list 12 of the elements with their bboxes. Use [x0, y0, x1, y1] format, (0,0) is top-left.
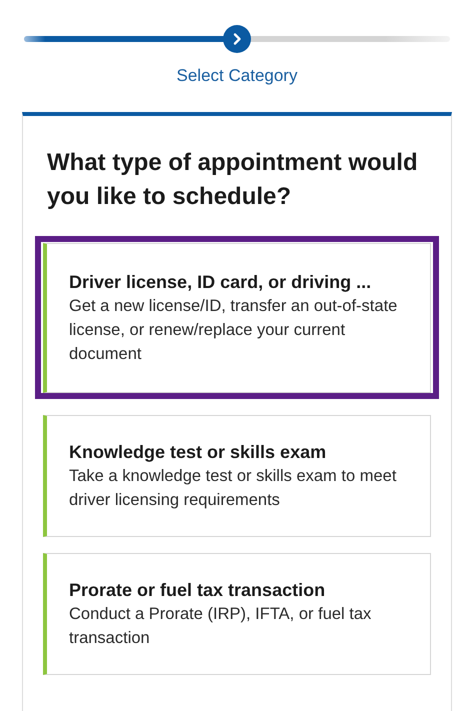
option-description: Take a knowledge test or skills exam to meet driver licensing requirements: [69, 466, 398, 511]
option-title: Driver license, ID card, or driving ...: [69, 271, 372, 294]
chevron-icon: [223, 25, 251, 53]
step-label: Select Category: [176, 66, 298, 86]
option-description: Conduct a Prorate (IRP), IFTA, or fuel tax transaction: [69, 604, 372, 649]
option-title: Prorate or fuel tax transaction: [69, 579, 326, 602]
category-option[interactable]: Knowledge test or skills exam Take a knowledge test or skills exam to meet driver licensing requirements: [43, 415, 431, 537]
category-option[interactable]: Prorate or fuel tax transaction Conduct a Prorate (IRP), IFTA, or fuel tax transaction: [43, 553, 431, 675]
option-title: Knowledge test or skills exam: [69, 441, 328, 464]
category-option[interactable]: Driver license, ID card, or driving ... Get a new license/ID, transfer an out-of-state license, or renew/replace your current document: [43, 243, 431, 393]
question-heading: What type of appointment would you like to schedule?: [46, 148, 419, 212]
option-description: Get a new license/ID, transfer an out-of-state license, or renew/replace your current document: [69, 296, 398, 365]
